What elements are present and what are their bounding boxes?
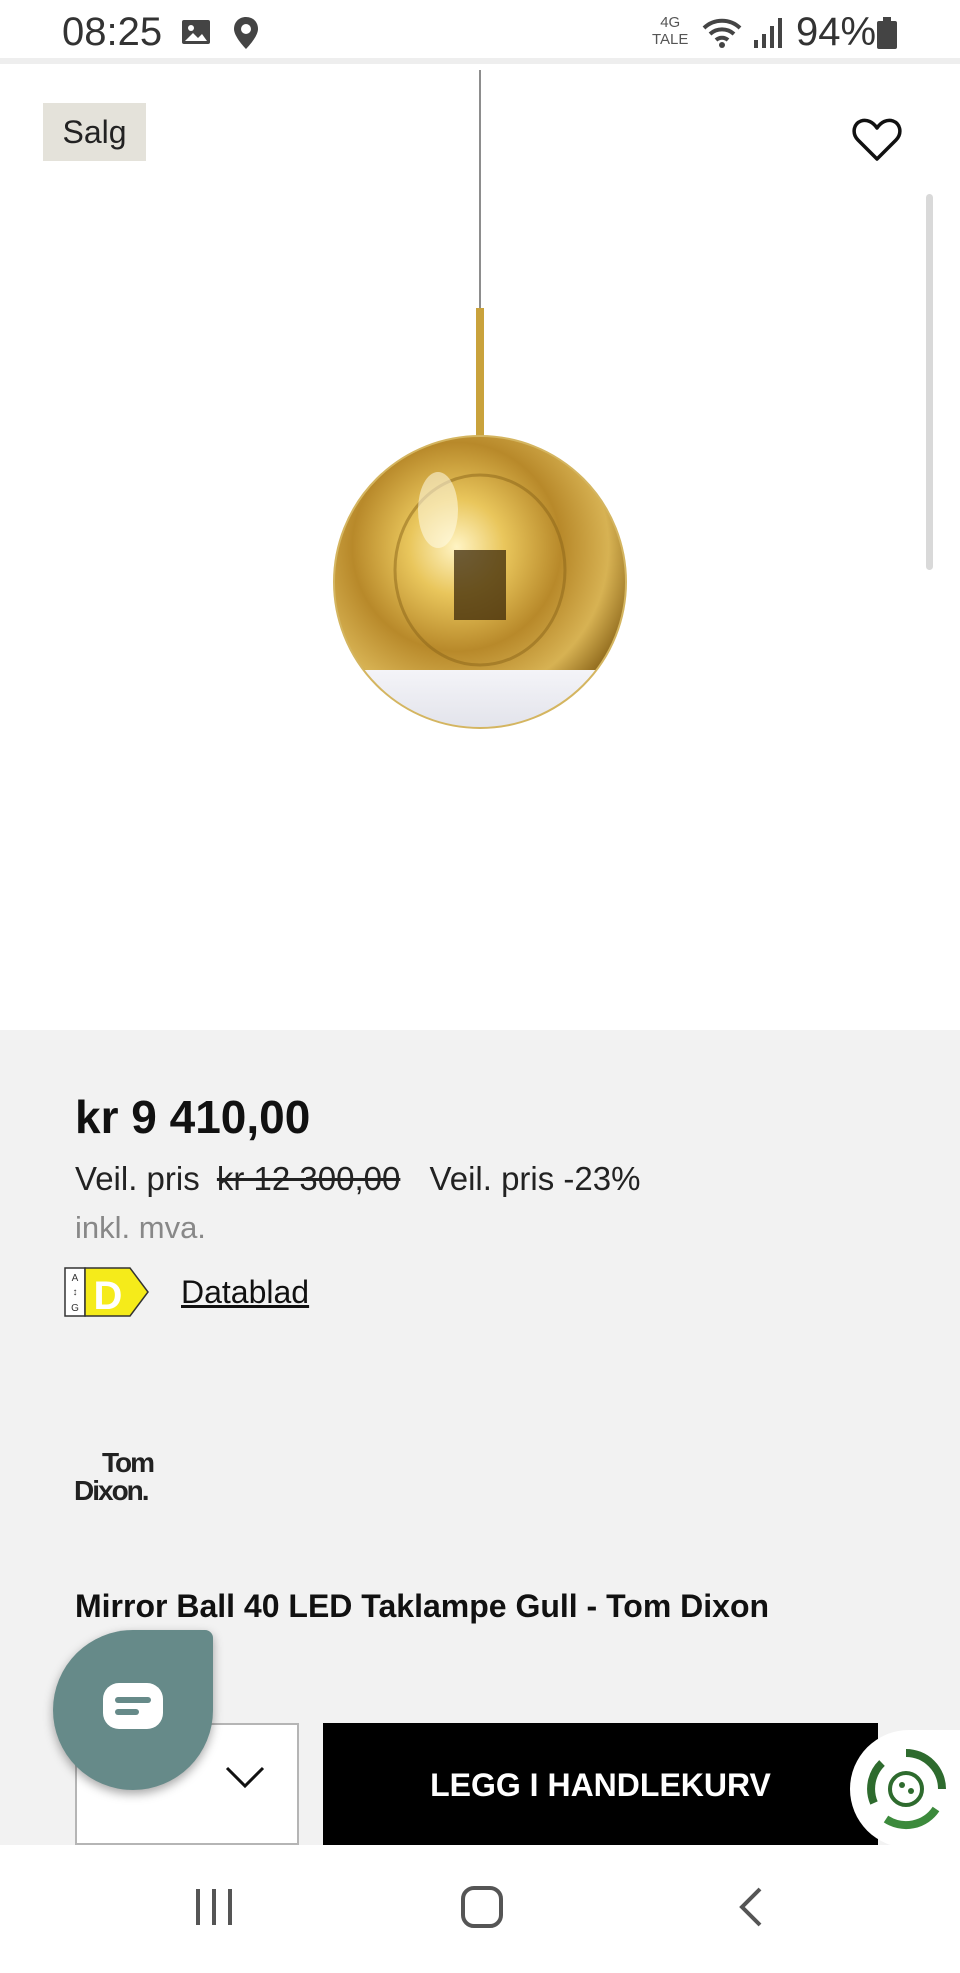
energy-scale-bottom: G <box>71 1303 79 1314</box>
image-scroll-indicator[interactable] <box>926 194 933 570</box>
lamp-image <box>333 70 627 729</box>
discount-label: Veil. pris -23% <box>429 1160 641 1197</box>
svg-text:↕: ↕ <box>73 1287 78 1298</box>
recommended-price-row: Veil. pris kr 12 300,00 Veil. pris -23% <box>75 1160 640 1198</box>
energy-class: D <box>94 1274 123 1317</box>
chat-icon <box>103 1683 163 1729</box>
recycle-badge[interactable] <box>850 1730 960 1848</box>
network-type: 4G TALE <box>652 14 689 48</box>
datasheet-link[interactable]: Datablad <box>181 1274 309 1311</box>
brand-line-1: Tom <box>102 1447 154 1478</box>
add-to-cart-button[interactable]: LEGG I HANDLEKURV <box>323 1723 878 1845</box>
vat-note: inkl. mva. <box>75 1210 206 1245</box>
energy-label-icon[interactable]: A ↕ G D <box>64 1267 150 1317</box>
chat-button[interactable] <box>53 1630 213 1790</box>
sale-badge: Salg <box>43 103 146 161</box>
battery-icon <box>877 17 897 49</box>
home-icon[interactable] <box>460 1885 504 1929</box>
price: kr 9 410,00 <box>75 1091 311 1143</box>
recycle-icon <box>867 1749 946 1830</box>
status-time: 08:25 <box>62 10 163 54</box>
energy-scale-top: A <box>72 1273 79 1284</box>
chevron-down-icon <box>225 1766 265 1789</box>
battery-percent: 94% <box>796 10 877 54</box>
navigation-bar <box>0 1845 960 1973</box>
back-icon[interactable] <box>734 1885 766 1929</box>
recent-apps-icon[interactable] <box>192 1885 236 1929</box>
brand-line-2: Dixon. <box>74 1475 148 1506</box>
image-icon <box>182 20 210 44</box>
product-title: Mirror Ball 40 LED Taklampe Gull - Tom D… <box>75 1588 770 1624</box>
wifi-icon <box>702 18 742 48</box>
status-bar: 08:25 4G TALE 94% <box>0 0 960 64</box>
rec-price-label: Veil. pris <box>75 1160 200 1197</box>
heart-icon[interactable] <box>852 116 902 162</box>
brand-logo[interactable]: Tom Dixon. <box>74 1444 184 1506</box>
location-icon <box>234 17 258 49</box>
rec-price-old: kr 12 300,00 <box>216 1160 401 1197</box>
signal-icon <box>754 18 782 48</box>
